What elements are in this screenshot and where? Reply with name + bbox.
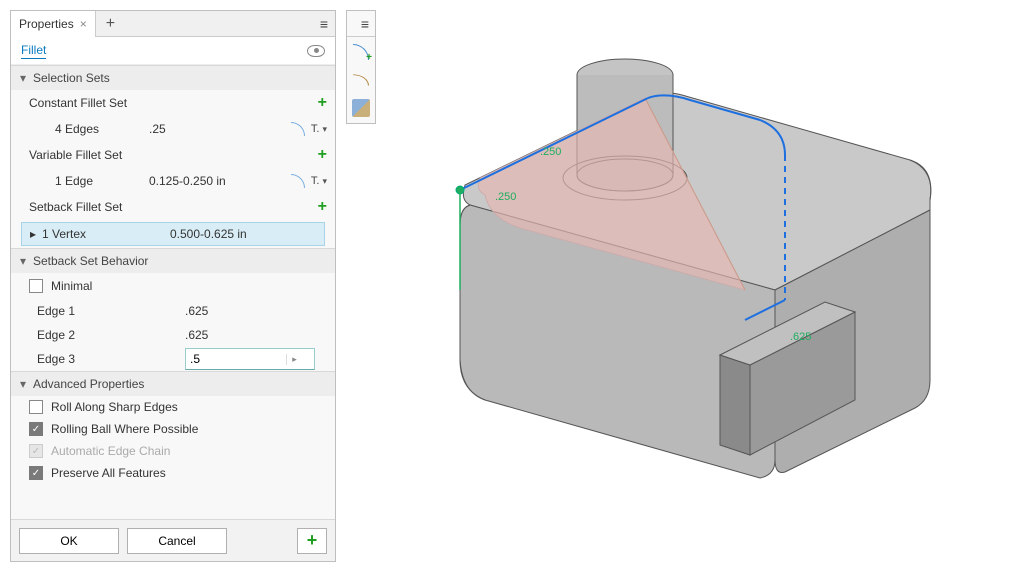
chevron-down-icon: ▾ <box>17 254 29 268</box>
edge2-row: Edge 2 .625 <box>11 323 335 347</box>
chevron-down-icon: ▾ <box>17 71 29 85</box>
checkbox[interactable] <box>29 422 43 436</box>
roll-sharp-row[interactable]: Roll Along Sharp Edges <box>11 396 335 418</box>
checkbox[interactable] <box>29 279 43 293</box>
add-variable-fillet-icon[interactable] <box>352 71 370 89</box>
variable-edges: 1 Edge <box>19 174 149 188</box>
preserve-row[interactable]: Preserve All Features <box>11 462 335 484</box>
edge3-label: Edge 3 <box>37 352 185 366</box>
tab-label: Properties <box>19 17 74 31</box>
dim-label: .250 <box>540 146 561 158</box>
variable-fillet-set-header: Variable Fillet Set + <box>11 142 335 168</box>
dim-label: .625 <box>790 331 811 343</box>
setback-fillet-set-header: Setback Fillet Set + <box>11 194 335 220</box>
constant-edges: 4 Edges <box>19 122 149 136</box>
cancel-button[interactable]: Cancel <box>127 528 227 554</box>
constant-label: Constant Fillet Set <box>19 96 149 110</box>
feature-name[interactable]: Fillet <box>21 43 46 59</box>
setback-vertex-row[interactable]: ▸ 1 Vertex 0.500-0.625 in <box>21 222 325 246</box>
panel-footer: OK Cancel + <box>11 519 335 561</box>
rolling-ball-label: Rolling Ball Where Possible <box>51 422 198 436</box>
type-dropdown[interactable]: T. ▾ <box>311 123 327 135</box>
constant-fillet-set-header: Constant Fillet Set + <box>11 90 335 116</box>
auto-chain-label: Automatic Edge Chain <box>51 444 170 458</box>
rolling-ball-row[interactable]: Rolling Ball Where Possible <box>11 418 335 440</box>
checkbox <box>29 444 43 458</box>
edge3-row: Edge 3 ▸ <box>11 347 335 371</box>
edge2-label: Edge 2 <box>37 328 185 342</box>
section-selection-sets[interactable]: ▾ Selection Sets <box>11 65 335 90</box>
chevron-down-icon: ▾ <box>17 377 29 391</box>
edge1-row: Edge 1 .625 <box>11 299 335 323</box>
section-label: Setback Set Behavior <box>33 254 329 268</box>
visibility-icon[interactable] <box>307 45 325 57</box>
fillet-arc-icon <box>291 174 305 188</box>
edge1-value[interactable]: .625 <box>185 304 327 318</box>
feature-header: Fillet <box>11 37 335 65</box>
menu-icon[interactable]: ≡ <box>312 16 335 32</box>
type-dropdown[interactable]: T. ▾ <box>311 175 327 187</box>
section-setback-behavior[interactable]: ▾ Setback Set Behavior <box>11 248 335 273</box>
checkbox[interactable] <box>29 466 43 480</box>
preserve-label: Preserve All Features <box>51 466 166 480</box>
tab-properties[interactable]: Properties × <box>11 11 96 37</box>
setback-label: Setback Fillet Set <box>19 200 149 214</box>
roll-sharp-label: Roll Along Sharp Edges <box>51 400 178 414</box>
minimal-checkbox-row[interactable]: Minimal <box>11 273 335 299</box>
selection-pointer-icon: ▸ <box>30 227 36 241</box>
dim-label: .250 <box>495 191 516 203</box>
section-label: Selection Sets <box>33 71 329 85</box>
constant-value: .25 <box>149 122 269 136</box>
auto-chain-row: Automatic Edge Chain <box>11 440 335 462</box>
add-constant-fillet-icon[interactable]: + <box>352 43 370 61</box>
edge3-field[interactable] <box>186 350 286 368</box>
constant-fillet-row[interactable]: 4 Edges .25 T. ▾ <box>11 116 335 142</box>
checkbox[interactable] <box>29 400 43 414</box>
mini-toolbar: ≡ + <box>346 10 376 124</box>
stepper-icon[interactable]: ▸ <box>286 354 302 365</box>
variable-fillet-row[interactable]: 1 Edge 0.125-0.250 in T. ▾ <box>11 168 335 194</box>
edge3-input[interactable]: ▸ <box>185 348 315 370</box>
properties-panel: Properties × + ≡ Fillet ▾ Selection Sets… <box>10 10 336 562</box>
tab-bar: Properties × + ≡ <box>11 11 335 37</box>
variable-label: Variable Fillet Set <box>19 148 149 162</box>
setback-value: 0.500-0.625 in <box>170 227 316 241</box>
fillet-arc-icon <box>291 122 305 136</box>
add-feature-button[interactable]: + <box>297 528 327 554</box>
minimal-label: Minimal <box>51 279 92 293</box>
model-viewport[interactable]: .250 .250 .625 <box>390 40 1000 550</box>
variable-value: 0.125-0.250 in <box>149 174 269 188</box>
add-set-icon[interactable]: + <box>318 146 327 164</box>
edge2-value[interactable]: .625 <box>185 328 327 342</box>
edge1-label: Edge 1 <box>37 304 185 318</box>
close-icon[interactable]: × <box>80 17 87 31</box>
add-set-icon[interactable]: + <box>318 198 327 216</box>
ok-button[interactable]: OK <box>19 528 119 554</box>
section-label: Advanced Properties <box>33 377 329 391</box>
mini-menu-icon[interactable]: ≡ <box>347 11 375 37</box>
add-set-icon[interactable]: + <box>318 94 327 112</box>
add-tab-button[interactable]: + <box>96 15 125 33</box>
section-advanced[interactable]: ▾ Advanced Properties <box>11 371 335 396</box>
setback-vertex: 1 Vertex <box>42 227 86 241</box>
add-setback-icon[interactable] <box>352 99 370 117</box>
